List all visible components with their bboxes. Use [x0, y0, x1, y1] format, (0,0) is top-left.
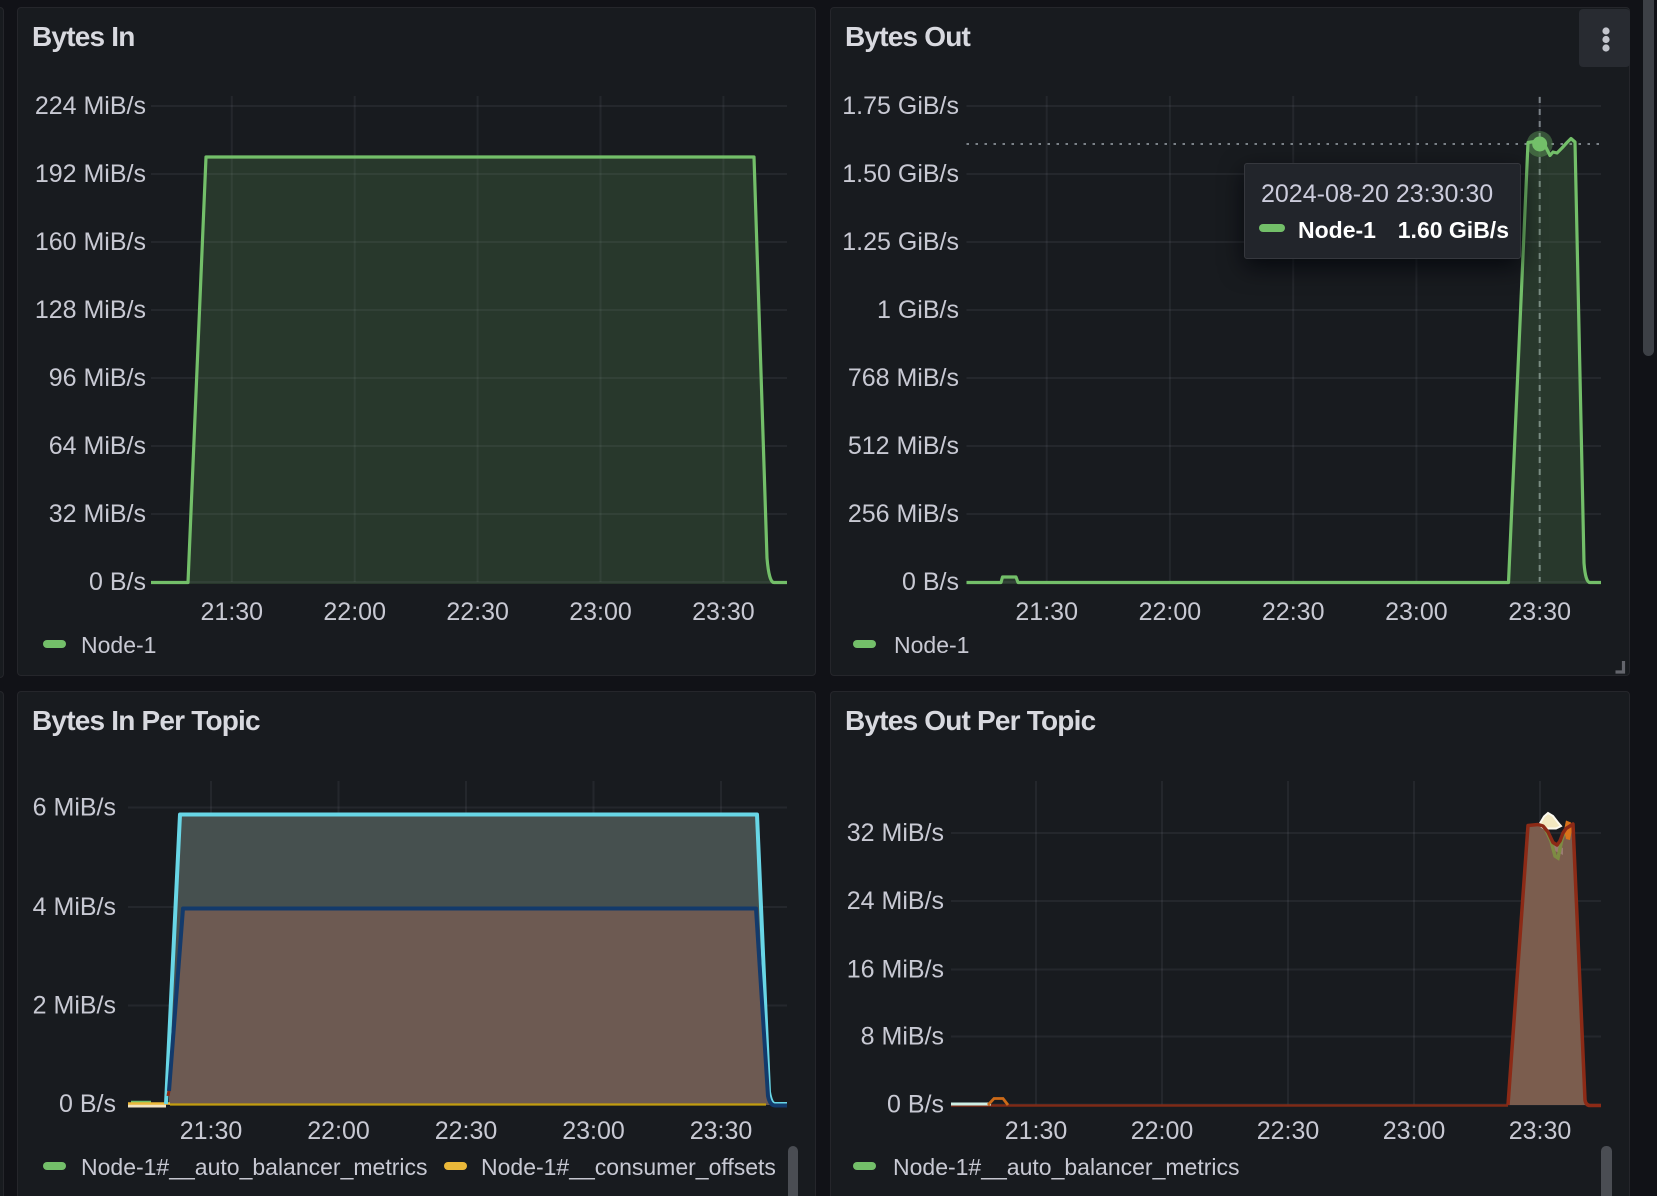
svg-text:Node-1#__consumer_offsets: Node-1#__consumer_offsets	[481, 1154, 776, 1180]
svg-text:128 MiB/s: 128 MiB/s	[35, 296, 146, 324]
svg-text:1.75 GiB/s: 1.75 GiB/s	[842, 92, 959, 120]
svg-text:21:30: 21:30	[180, 1117, 243, 1145]
svg-text:23:30: 23:30	[1509, 1117, 1572, 1145]
svg-text:22:30: 22:30	[435, 1117, 498, 1145]
svg-text:1.50 GiB/s: 1.50 GiB/s	[842, 160, 959, 188]
svg-text:23:00: 23:00	[569, 598, 632, 626]
svg-text:Node-1: Node-1	[894, 632, 969, 658]
svg-text:Node-1: Node-1	[81, 632, 156, 658]
svg-text:23:00: 23:00	[1385, 598, 1448, 626]
svg-text:24 MiB/s: 24 MiB/s	[847, 887, 944, 915]
svg-text:Node-1#__auto_balancer_metrics: Node-1#__auto_balancer_metrics	[81, 1154, 428, 1180]
svg-text:2 MiB/s: 2 MiB/s	[33, 992, 116, 1020]
svg-text:22:30: 22:30	[1257, 1117, 1320, 1145]
svg-text:192 MiB/s: 192 MiB/s	[35, 160, 146, 188]
svg-text:23:30: 23:30	[1508, 598, 1571, 626]
svg-text:21:30: 21:30	[201, 598, 264, 626]
svg-text:0 B/s: 0 B/s	[887, 1091, 944, 1119]
svg-text:224 MiB/s: 224 MiB/s	[35, 92, 146, 120]
svg-text:23:30: 23:30	[690, 1117, 753, 1145]
svg-text:32 MiB/s: 32 MiB/s	[847, 819, 944, 847]
svg-text:Node-1#__auto_balancer_metrics: Node-1#__auto_balancer_metrics	[893, 1154, 1240, 1180]
svg-text:21:30: 21:30	[1005, 1117, 1068, 1145]
svg-text:0 B/s: 0 B/s	[89, 568, 146, 596]
svg-text:0 B/s: 0 B/s	[59, 1090, 116, 1118]
svg-text:4 MiB/s: 4 MiB/s	[33, 893, 116, 921]
svg-text:160 MiB/s: 160 MiB/s	[35, 228, 146, 256]
svg-text:21:30: 21:30	[1015, 598, 1078, 626]
svg-text:96 MiB/s: 96 MiB/s	[49, 364, 146, 392]
svg-text:22:00: 22:00	[1131, 1117, 1194, 1145]
svg-text:22:00: 22:00	[323, 598, 386, 626]
svg-text:22:00: 22:00	[307, 1117, 370, 1145]
svg-text:256 MiB/s: 256 MiB/s	[848, 500, 959, 528]
svg-text:22:00: 22:00	[1139, 598, 1202, 626]
svg-text:22:30: 22:30	[446, 598, 509, 626]
svg-text:1.25 GiB/s: 1.25 GiB/s	[842, 228, 959, 256]
svg-text:768 MiB/s: 768 MiB/s	[848, 364, 959, 392]
svg-text:22:30: 22:30	[1262, 598, 1325, 626]
svg-text:16 MiB/s: 16 MiB/s	[847, 956, 944, 984]
svg-text:23:00: 23:00	[1383, 1117, 1446, 1145]
svg-text:6 MiB/s: 6 MiB/s	[33, 794, 116, 822]
svg-text:1 GiB/s: 1 GiB/s	[877, 296, 959, 324]
svg-text:64 MiB/s: 64 MiB/s	[49, 432, 146, 460]
svg-text:8 MiB/s: 8 MiB/s	[861, 1023, 944, 1051]
svg-text:32 MiB/s: 32 MiB/s	[49, 500, 146, 528]
svg-text:23:30: 23:30	[692, 598, 755, 626]
svg-text:23:00: 23:00	[562, 1117, 625, 1145]
svg-text:0 B/s: 0 B/s	[902, 568, 959, 596]
svg-text:512 MiB/s: 512 MiB/s	[848, 432, 959, 460]
